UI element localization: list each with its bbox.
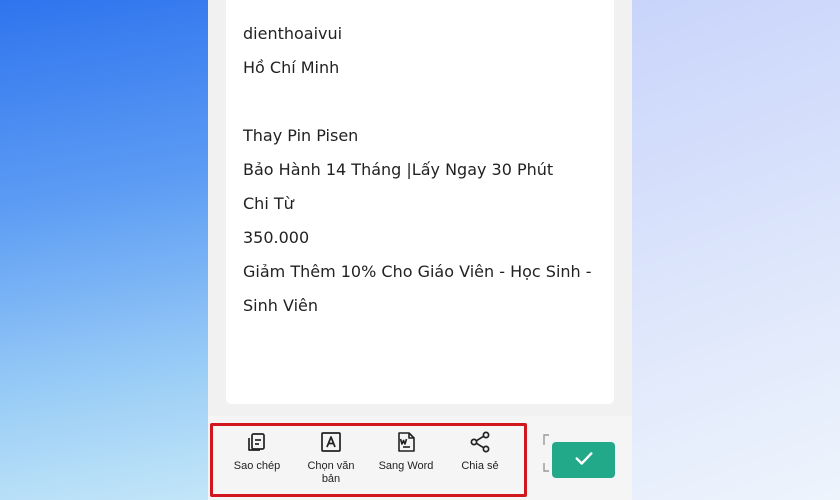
- background-right: [632, 0, 840, 500]
- checkmark-icon: [573, 447, 595, 474]
- text-line: Chi Từ: [243, 194, 294, 213]
- text-line: dienthoaivui: [243, 24, 343, 43]
- toolbar-highlight-box: [210, 423, 527, 497]
- text-line: Bảo Hành 14 Tháng |Lấy Ngay 30 Phút: [243, 160, 554, 179]
- text-line-blank: [243, 88, 596, 122]
- confirm-button[interactable]: [552, 442, 615, 478]
- text-line: Sinh Viên: [243, 296, 318, 315]
- recognized-text-card[interactable]: dienthoaivui Hồ Chí Minh Thay Pin Pisen …: [226, 0, 614, 404]
- background-left: [0, 0, 208, 500]
- text-line: Hồ Chí Minh: [243, 58, 340, 77]
- text-line: Giảm Thêm 10% Cho Giáo Viên - Học Sinh -: [243, 262, 592, 281]
- text-line: Thay Pin Pisen: [243, 126, 359, 145]
- partial-edge-icon: [542, 433, 550, 473]
- text-line: 350.000: [243, 228, 310, 247]
